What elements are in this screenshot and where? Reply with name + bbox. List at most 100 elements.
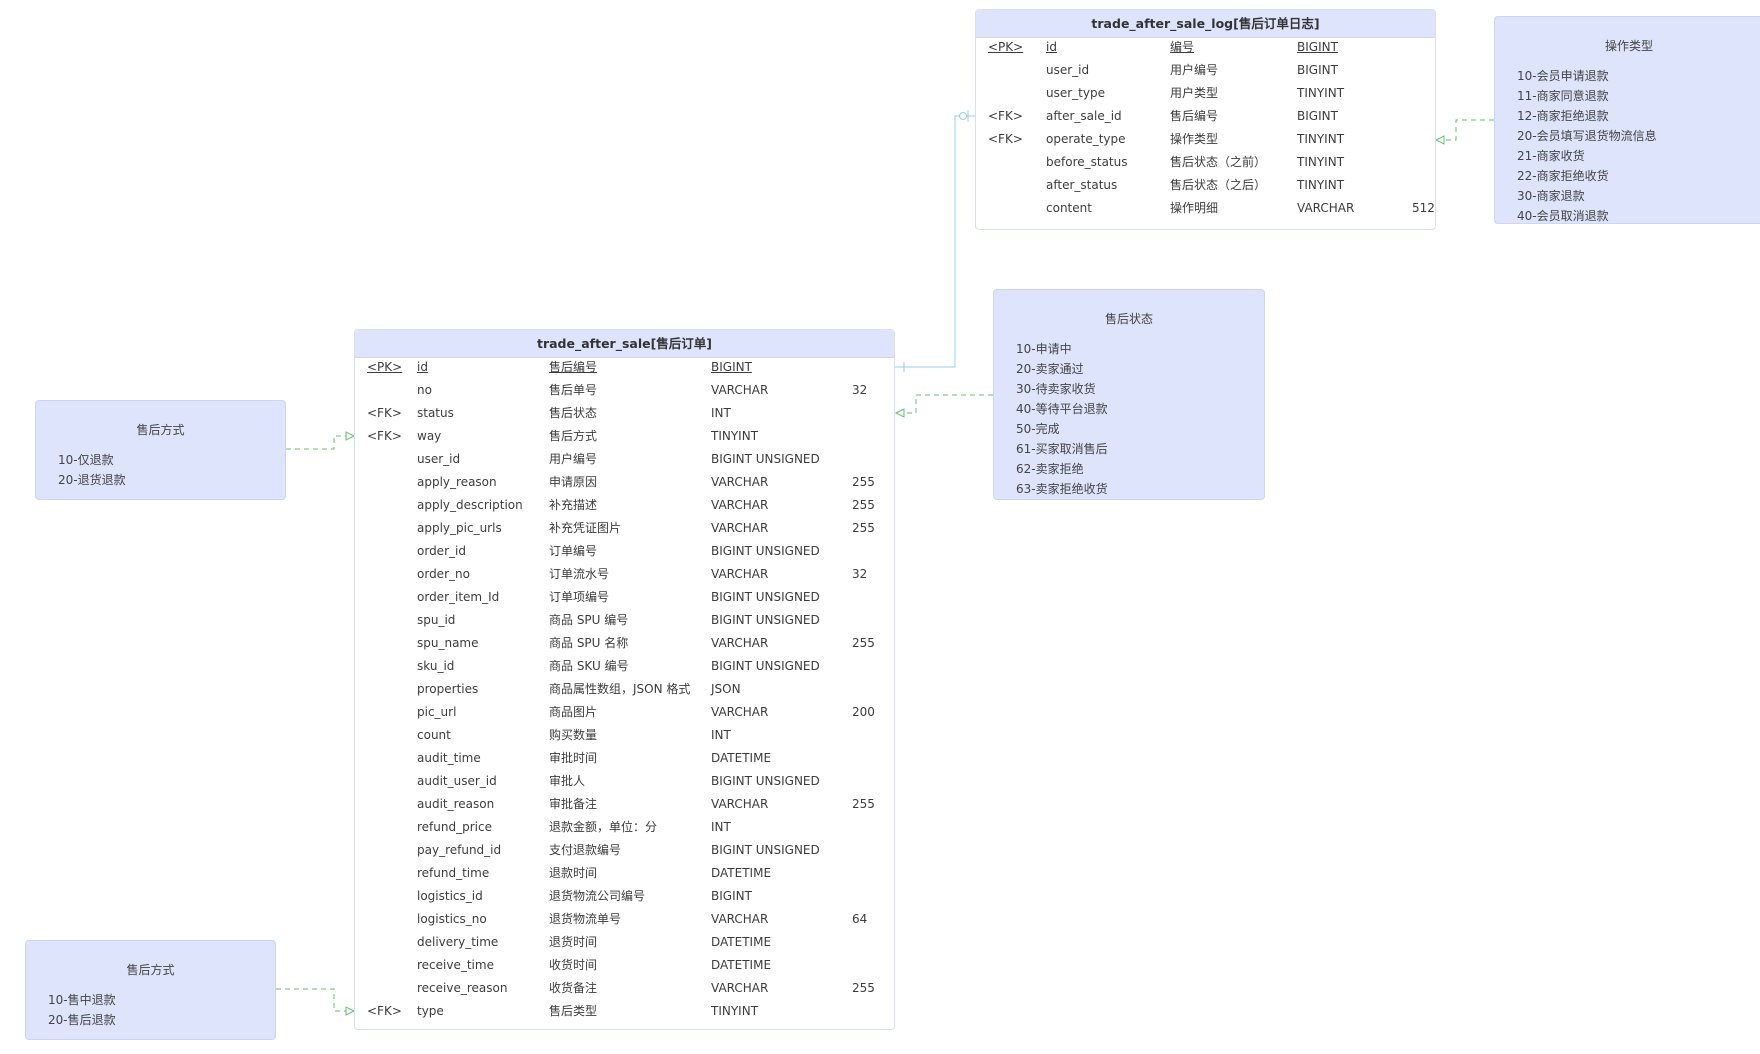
column-row[interactable]: content 操作明细 VARCHAR 512 <box>976 198 1435 218</box>
column-type: TINYINT <box>1297 132 1345 146</box>
column-comment: 售后编号 <box>1170 109 1219 123</box>
column-row[interactable]: logistics_no 退货物流单号 VARCHAR 64 <box>355 909 894 929</box>
column-comment: 审批备注 <box>549 797 598 811</box>
column-row[interactable]: receive_time 收货时间 DATETIME <box>355 955 894 975</box>
column-row[interactable]: <PK> id 售后编号 BIGINT <box>355 357 894 377</box>
column-type: BIGINT <box>711 889 752 903</box>
column-comment: 售后编号 <box>549 360 598 374</box>
column-comment: 用户类型 <box>1170 86 1219 100</box>
column-row[interactable]: delivery_time 退货时间 DATETIME <box>355 932 894 952</box>
column-type: VARCHAR <box>711 475 769 489</box>
column-comment: 商品 SPU 名称 <box>549 636 629 650</box>
column-type: VARCHAR <box>711 521 769 535</box>
entity-title: trade_after_sale_log[售后订单日志] <box>976 10 1435 38</box>
column-row[interactable]: <FK> way 售后方式 TINYINT <box>355 426 894 446</box>
column-length: 255 <box>852 498 875 512</box>
note-after-sale-type[interactable]: 售后方式 10-售中退款 20-售后退款 <box>25 940 276 1040</box>
column-row[interactable]: apply_reason 申请原因 VARCHAR 255 <box>355 472 894 492</box>
column-name: operate_type <box>1046 132 1126 146</box>
column-row[interactable]: user_type 用户类型 TINYINT <box>976 83 1435 103</box>
column-row[interactable]: order_item_Id 订单项编号 BIGINT UNSIGNED <box>355 587 894 607</box>
column-name: no <box>417 383 432 397</box>
column-name: logistics_no <box>417 912 487 926</box>
column-name: apply_pic_urls <box>417 521 502 535</box>
note-line: 10-仅退款 <box>58 453 114 467</box>
column-comment: 审批人 <box>549 774 586 788</box>
column-type: VARCHAR <box>711 912 769 926</box>
column-name: audit_user_id <box>417 774 497 788</box>
column-comment: 商品图片 <box>549 705 598 719</box>
column-row[interactable]: order_no 订单流水号 VARCHAR 32 <box>355 564 894 584</box>
column-row[interactable]: order_id 订单编号 BIGINT UNSIGNED <box>355 541 894 561</box>
column-row[interactable]: audit_user_id 审批人 BIGINT UNSIGNED <box>355 771 894 791</box>
column-comment: 售后类型 <box>549 1004 598 1018</box>
column-key: <FK> <box>988 109 1023 123</box>
column-row[interactable]: <PK> id 编号 BIGINT <box>976 37 1435 57</box>
column-name: order_id <box>417 544 466 558</box>
note-after-sale-status[interactable]: 售后状态 10-申请中 20-卖家通过 30-待卖家收货 40-等待平台退款 50-完成… <box>993 289 1265 500</box>
column-row[interactable]: pay_refund_id 支付退款编号 BIGINT UNSIGNED <box>355 840 894 860</box>
note-lines: 10-会员申请退款 11-商家同意退款 12-商家拒绝退款 20-会员填写退货物流信息… <box>1495 66 1760 226</box>
column-row[interactable]: before_status 售后状态（之前） TINYINT <box>976 152 1435 172</box>
note-title: 售后方式 <box>136 423 185 437</box>
column-comment: 订单编号 <box>549 544 598 558</box>
column-name: audit_reason <box>417 797 495 811</box>
column-comment: 收货时间 <box>549 958 598 972</box>
column-comment: 售后方式 <box>549 429 598 443</box>
column-type: BIGINT UNSIGNED <box>711 544 820 558</box>
column-comment: 操作明细 <box>1170 201 1219 215</box>
column-row[interactable]: <FK> operate_type 操作类型 TINYINT <box>976 129 1435 149</box>
note-after-sale-way[interactable]: 售后方式 10-仅退款 20-退货退款 <box>35 400 286 500</box>
column-type: VARCHAR <box>711 636 769 650</box>
column-comment: 补充描述 <box>549 498 598 512</box>
column-name: spu_name <box>417 636 479 650</box>
column-row[interactable]: pic_url 商品图片 VARCHAR 200 <box>355 702 894 722</box>
column-row[interactable]: user_id 用户编号 BIGINT <box>976 60 1435 80</box>
column-row[interactable]: apply_description 补充描述 VARCHAR 255 <box>355 495 894 515</box>
column-row[interactable]: audit_reason 审批备注 VARCHAR 255 <box>355 794 894 814</box>
column-row[interactable]: properties 商品属性数组，JSON 格式 JSON <box>355 679 894 699</box>
column-row[interactable]: <FK> type 售后类型 TINYINT <box>355 1001 894 1021</box>
column-type: BIGINT UNSIGNED <box>711 774 820 788</box>
column-name: id <box>1046 40 1057 54</box>
column-key: <PK> <box>988 40 1024 54</box>
column-length: 255 <box>852 521 875 535</box>
column-row[interactable]: no 售后单号 VARCHAR 32 <box>355 380 894 400</box>
column-row[interactable]: spu_id 商品 SPU 编号 BIGINT UNSIGNED <box>355 610 894 630</box>
column-key: <FK> <box>367 429 402 443</box>
column-row[interactable]: <FK> status 售后状态 INT <box>355 403 894 423</box>
column-type: BIGINT <box>711 360 752 374</box>
column-row[interactable]: logistics_id 退货物流公司编号 BIGINT <box>355 886 894 906</box>
column-type: BIGINT <box>1297 63 1338 77</box>
column-row[interactable]: user_id 用户编号 BIGINT UNSIGNED <box>355 449 894 469</box>
column-type: BIGINT <box>1297 40 1338 54</box>
column-row[interactable]: after_status 售后状态（之后） TINYINT <box>976 175 1435 195</box>
column-length: 255 <box>852 981 875 995</box>
column-row[interactable]: sku_id 商品 SKU 编号 BIGINT UNSIGNED <box>355 656 894 676</box>
column-row[interactable]: receive_reason 收货备注 VARCHAR 255 <box>355 978 894 998</box>
column-row[interactable]: refund_price 退款金额，单位：分 INT <box>355 817 894 837</box>
column-row[interactable]: <FK> after_sale_id 售后编号 BIGINT <box>976 106 1435 126</box>
column-name: status <box>417 406 454 420</box>
column-row[interactable]: apply_pic_urls 补充凭证图片 VARCHAR 255 <box>355 518 894 538</box>
note-operate-type[interactable]: 操作类型 10-会员申请退款 11-商家同意退款 12-商家拒绝退款 20-会员填写退… <box>1494 16 1760 224</box>
column-row[interactable]: refund_time 退款时间 DATETIME <box>355 863 894 883</box>
column-type: VARCHAR <box>711 705 769 719</box>
note-line: 20-卖家通过 <box>1016 362 1084 376</box>
column-comment: 退货时间 <box>549 935 598 949</box>
column-type: BIGINT <box>1297 109 1338 123</box>
note-line: 62-卖家拒绝 <box>1016 462 1084 476</box>
column-type: VARCHAR <box>711 797 769 811</box>
column-length: 32 <box>852 567 868 581</box>
note-line: 10-会员申请退款 <box>1517 69 1609 83</box>
note-line: 12-商家拒绝退款 <box>1517 109 1609 123</box>
column-comment: 售后单号 <box>549 383 598 397</box>
entity-trade-after-sale-log[interactable]: trade_after_sale_log[售后订单日志] <PK> id 编号 BIG… <box>975 9 1436 230</box>
entity-trade-after-sale[interactable]: trade_after_sale[售后订单] <PK> id 售后编号 BIGINT n… <box>354 329 895 1030</box>
column-type: TINYINT <box>711 429 759 443</box>
column-row[interactable]: spu_name 商品 SPU 名称 VARCHAR 255 <box>355 633 894 653</box>
column-row[interactable]: audit_time 审批时间 DATETIME <box>355 748 894 768</box>
column-name: id <box>417 360 428 374</box>
column-row[interactable]: count 购买数量 INT <box>355 725 894 745</box>
column-type: TINYINT <box>1297 155 1345 169</box>
